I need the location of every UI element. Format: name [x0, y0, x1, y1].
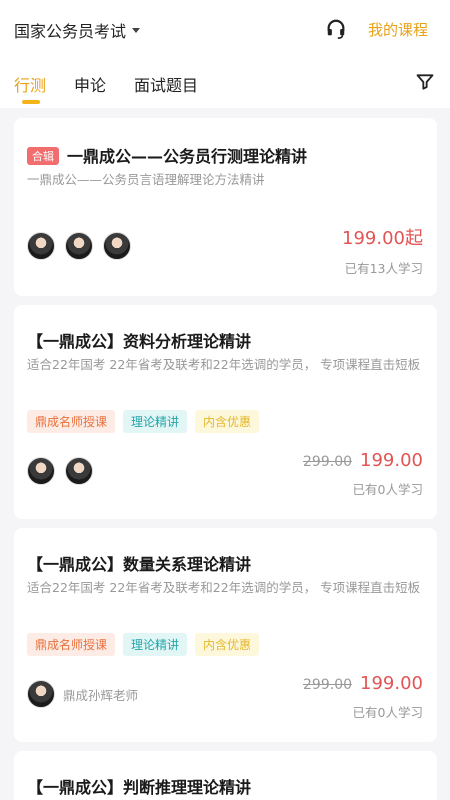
avatar	[65, 232, 93, 260]
collection-badge: 合辑	[27, 147, 59, 165]
course-card-1[interactable]: 合辑 一鼎成公——公务员行测理论精讲 一鼎成公——公务员言语理解理论方法精讲 19…	[14, 118, 437, 296]
avatar	[103, 232, 131, 260]
exam-type-dropdown[interactable]: 国家公务员考试	[14, 18, 141, 42]
teacher-name: 鼎成孙辉老师	[63, 687, 139, 703]
chevron-down-icon	[132, 27, 141, 33]
tag-theory: 理论精讲	[123, 410, 188, 433]
teacher-info: 鼎成孙辉老师	[27, 680, 138, 708]
course-subtitle: 适合22年国考 22年省考及联考和22年选调的学员， 专项课程直击短板	[27, 580, 421, 595]
teacher-avatars	[27, 232, 141, 260]
tag-discount: 内含优惠	[195, 633, 260, 656]
original-price: 299.00	[303, 454, 353, 470]
course-title: 【一鼎成公】资料分析理论精讲	[27, 332, 252, 351]
course-title: 合辑 一鼎成公——公务员行测理论精讲	[27, 143, 307, 167]
teacher-avatars	[27, 457, 103, 485]
avatar	[27, 232, 55, 260]
tab-xingce[interactable]: 行测	[14, 72, 46, 104]
price-area: 299.00 199.00 已有0人学习	[303, 673, 423, 721]
tab-interview[interactable]: 面试题目	[134, 72, 198, 102]
tag-teacher: 鼎成名师授课	[27, 410, 116, 433]
learner-count: 已有13人学习	[344, 261, 423, 276]
course-tags: 鼎成名师授课 理论精讲 内含优惠	[27, 410, 267, 433]
course-subtitle: 适合22年国考 22年省考及联考和22年选调的学员， 专项课程直击短板	[27, 357, 421, 372]
price: 199.00起	[342, 228, 423, 249]
course-tags: 鼎成名师授课 理论精讲 内含优惠	[27, 633, 267, 656]
course-title: 【一鼎成公】数量关系理论精讲	[27, 555, 252, 574]
price: 199.00	[360, 450, 423, 471]
course-title-text: 一鼎成公——公务员行测理论精讲	[67, 147, 308, 166]
original-price: 299.00	[303, 677, 353, 693]
top-header: 国家公务员考试 我的课程 行测 申论 面试题目	[0, 0, 450, 108]
learner-count: 已有0人学习	[352, 482, 423, 497]
exam-type-label: 国家公务员考试	[14, 22, 127, 41]
course-card-3[interactable]: 【一鼎成公】数量关系理论精讲 适合22年国考 22年省考及联考和22年选调的学员…	[14, 528, 437, 742]
course-title: 【一鼎成公】判断推理理论精讲	[27, 778, 252, 797]
my-course-link[interactable]: 我的课程	[368, 19, 428, 40]
course-card-4[interactable]: 【一鼎成公】判断推理理论精讲	[14, 751, 437, 800]
tab-shenlun[interactable]: 申论	[74, 72, 106, 102]
avatar	[65, 457, 93, 485]
learner-count: 已有0人学习	[352, 705, 423, 720]
course-card-2[interactable]: 【一鼎成公】资料分析理论精讲 适合22年国考 22年省考及联考和22年选调的学员…	[14, 305, 437, 519]
avatar	[27, 457, 55, 485]
category-tabs: 行测 申论 面试题目	[14, 72, 226, 104]
tag-teacher: 鼎成名师授课	[27, 633, 116, 656]
filter-icon[interactable]	[415, 72, 435, 92]
price-area: 299.00 199.00 已有0人学习	[303, 450, 423, 498]
headset-icon[interactable]	[325, 18, 347, 40]
price: 199.00	[360, 673, 423, 694]
avatar	[27, 680, 55, 708]
price-area: 199.00起 已有13人学习	[342, 224, 423, 277]
tag-theory: 理论精讲	[123, 633, 188, 656]
tag-discount: 内含优惠	[195, 410, 260, 433]
course-subtitle: 一鼎成公——公务员言语理解理论方法精讲	[27, 172, 265, 187]
